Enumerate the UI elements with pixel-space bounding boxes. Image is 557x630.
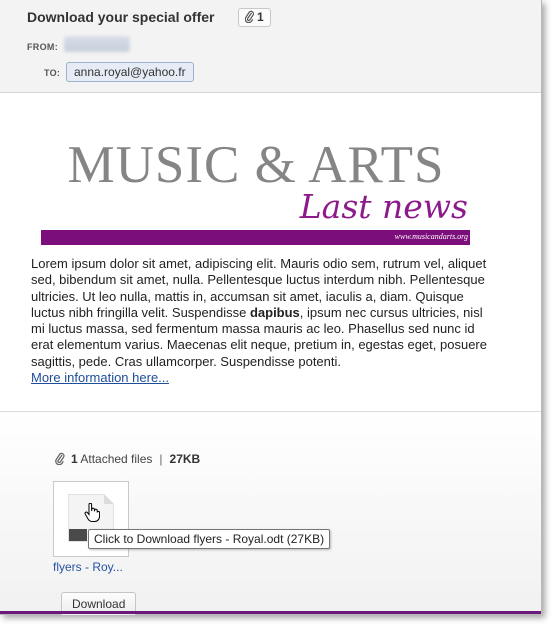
email-subject: Download your special offer: [27, 9, 215, 25]
paperclip-icon: [244, 10, 255, 24]
hand-cursor-icon: [84, 503, 100, 522]
attachment-file-name-link[interactable]: flyers - Roy...: [53, 560, 123, 574]
more-information-link[interactable]: More information here...: [31, 370, 169, 385]
banner-title: MUSIC & ARTS: [67, 136, 445, 194]
separator-pipe: |: [159, 452, 163, 466]
download-tooltip: Click to Download flyers - Royal.odt (27…: [88, 529, 331, 549]
attached-files-summary: 1 Attached files | 27KB: [55, 452, 200, 466]
to-label: TO:: [44, 68, 61, 78]
attachment-count: 1: [257, 10, 264, 24]
attached-files-size: 27KB: [169, 452, 201, 466]
from-sender-redacted: [64, 36, 130, 52]
paperclip-icon: [55, 452, 65, 466]
to-recipient-chip[interactable]: anna.royal@yahoo.fr: [66, 62, 194, 82]
music-arts-banner: MUSIC & ARTS Last news www.musicandarts.…: [40, 135, 472, 247]
email-header: Download your special offer 1 FROM: TO: …: [0, 0, 541, 93]
email-body: Lorem ipsum dolor sit amet, adipiscing e…: [31, 256, 491, 386]
banner-url: www.musicandarts.org: [394, 232, 468, 241]
bottom-accent-bar: [0, 611, 541, 614]
attached-files-label: Attached files: [80, 452, 153, 466]
attachment-count-badge[interactable]: 1: [238, 8, 271, 27]
from-label: FROM:: [27, 42, 58, 52]
attached-files-count: 1: [71, 452, 78, 466]
banner-script-text: Last news: [299, 187, 468, 226]
email-window: Download your special offer 1 FROM: TO: …: [0, 0, 542, 615]
body-bold-word: dapibus: [249, 304, 300, 320]
